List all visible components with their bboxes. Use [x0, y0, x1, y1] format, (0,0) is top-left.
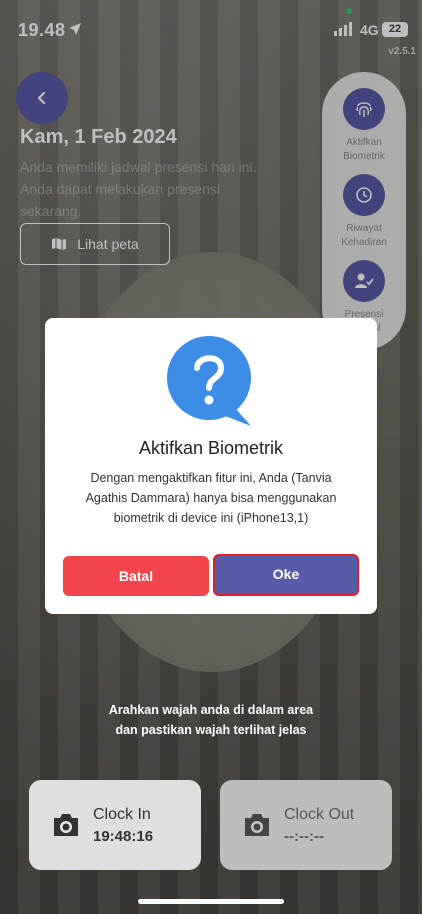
dialog-title: Aktifkan Biometrik	[138, 438, 284, 458]
clock-out-label: Clock Out	[284, 805, 355, 823]
clock-in-label: Clock In	[93, 805, 151, 823]
camera-icon	[245, 814, 269, 836]
cancel-button[interactable]: Batal	[63, 556, 209, 596]
dialog-message: Dengan mengaktifkan fitur ini, Anda (Tan…	[85, 471, 337, 525]
clock-out-button[interactable]: Clock Out --:--:--	[220, 780, 392, 870]
biometric-dialog: Aktifkan Biometrik Dengan mengaktifkan f…	[45, 318, 377, 614]
clock-in-time: 19:48:16	[93, 827, 154, 845]
ok-button[interactable]: Oke	[213, 554, 359, 596]
clock-out-time: --:--:--	[284, 827, 324, 845]
camera-icon	[54, 814, 78, 836]
clock-in-button[interactable]: Clock In 19:48:16	[29, 780, 201, 870]
face-instruction: Arahkan wajah anda di dalam area dan pas…	[0, 700, 422, 740]
instruction-line-2: dan pastikan wajah terlihat jelas	[115, 723, 307, 737]
instruction-line-1: Arahkan wajah anda di dalam area	[108, 703, 314, 717]
question-icon	[167, 336, 251, 426]
home-indicator[interactable]	[138, 899, 284, 904]
